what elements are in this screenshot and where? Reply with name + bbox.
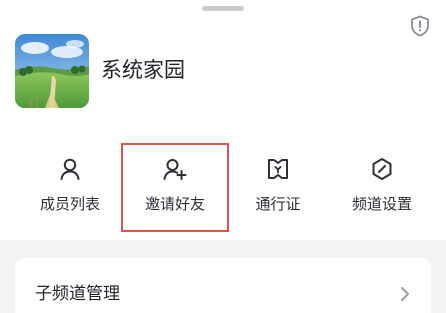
sheet-drag-handle[interactable] (202, 6, 244, 11)
member-list-icon (57, 156, 83, 182)
server-name: 系统家园 (101, 58, 185, 82)
subchannel-management-row[interactable]: 子频道管理 (15, 258, 431, 313)
member-list-button[interactable]: 成员列表 (20, 150, 120, 230)
pass-icon (265, 156, 291, 182)
chevron-right-icon (399, 286, 411, 302)
shield-report-icon[interactable] (408, 14, 432, 38)
member-list-label: 成员列表 (39, 195, 100, 213)
pass-button[interactable]: 通行证 (228, 150, 328, 230)
highlight-box (121, 143, 229, 232)
pass-label: 通行证 (255, 195, 301, 213)
channel-settings-button[interactable]: 频道设置 (332, 150, 432, 230)
server-avatar[interactable] (15, 34, 89, 108)
channel-settings-label: 频道设置 (351, 195, 412, 213)
subchannel-management-label: 子频道管理 (35, 284, 120, 304)
channel-settings-icon (369, 156, 395, 182)
